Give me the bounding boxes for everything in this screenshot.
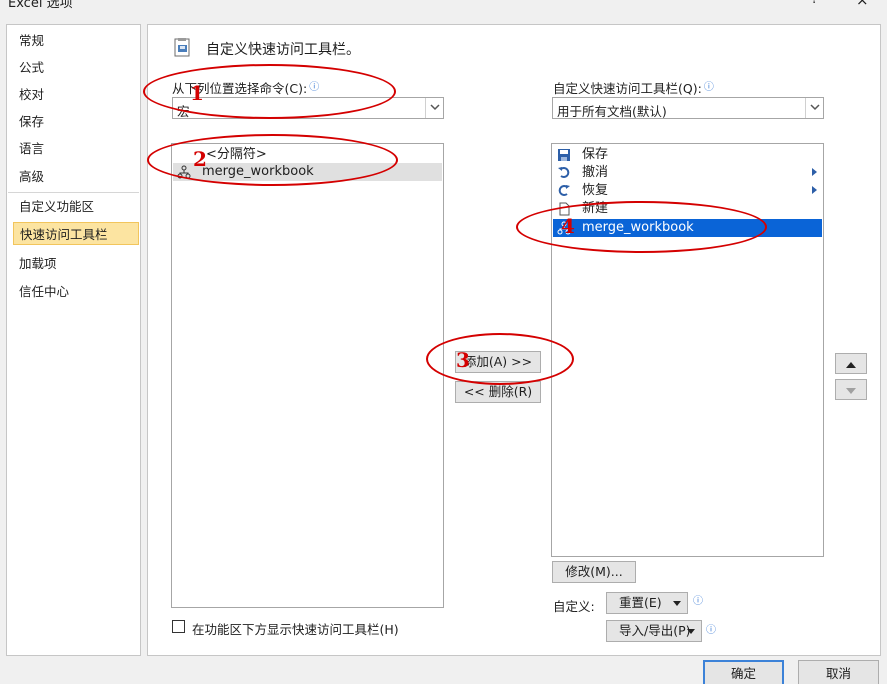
available-commands-list[interactable]: <分隔符> merge_workbook xyxy=(171,143,444,608)
page-title: 自定义快速访问工具栏。 xyxy=(206,42,360,58)
sidebar-item-proofing[interactable]: 校对 xyxy=(13,83,139,106)
remove-button[interactable]: << 删除(R) xyxy=(455,381,541,403)
customizations-label: 自定义: xyxy=(553,599,595,614)
customize-qat-dropdown[interactable]: 用于所有文档(默认) xyxy=(552,97,824,119)
list-item-label: 新建 xyxy=(582,201,609,216)
help-button[interactable]: ? xyxy=(811,0,818,7)
list-item[interactable]: merge_workbook xyxy=(553,219,822,237)
sidebar-item-trust-center[interactable]: 信任中心 xyxy=(13,280,139,303)
customize-qat-label: 自定义快速访问工具栏(Q): ⓘ xyxy=(553,78,714,97)
sidebar-item-add-ins[interactable]: 加载项 xyxy=(13,252,139,275)
info-icon: ⓘ xyxy=(693,596,703,607)
chevron-down-icon[interactable] xyxy=(805,98,823,118)
caret-down-icon xyxy=(687,629,695,634)
move-down-button[interactable] xyxy=(835,379,867,400)
list-item-label: 撤消 xyxy=(582,165,609,180)
list-item[interactable]: <分隔符> xyxy=(173,146,442,164)
sidebar-divider xyxy=(8,192,139,193)
info-icon: ⓘ xyxy=(703,82,714,93)
info-icon: ⓘ xyxy=(706,625,716,636)
sidebar-item-advanced[interactable]: 高级 xyxy=(13,165,139,188)
close-button[interactable]: × xyxy=(856,0,869,9)
triangle-up-icon xyxy=(846,362,856,368)
list-item[interactable]: 撤消 xyxy=(553,164,822,182)
import-export-button[interactable]: 导入/导出(P) xyxy=(606,620,702,642)
list-item[interactable]: 新建 xyxy=(553,200,822,218)
options-sidebar: 常规 公式 校对 保存 语言 高级 自定义功能区 快速访问工具栏 加载项 信任中… xyxy=(6,24,141,656)
macro-icon xyxy=(177,165,191,179)
show-below-ribbon-label[interactable]: 在功能区下方显示快速访问工具栏(H) xyxy=(192,619,399,638)
undo-icon xyxy=(558,167,570,178)
annotation-number-3: 3 xyxy=(456,348,470,372)
title-bar: Excel 选项 ? × xyxy=(0,0,887,14)
modify-button[interactable]: 修改(M)... xyxy=(552,561,636,583)
sidebar-item-language[interactable]: 语言 xyxy=(13,137,139,160)
choose-commands-value: 宏 xyxy=(177,104,190,119)
redo-icon xyxy=(558,185,570,196)
list-item[interactable]: merge_workbook xyxy=(173,163,442,181)
qat-commands-list[interactable]: 保存 撤消 恢复 新建 merge_workbook xyxy=(551,143,824,557)
chevron-right-icon[interactable] xyxy=(812,186,817,194)
sidebar-item-formulas[interactable]: 公式 xyxy=(13,56,139,79)
sidebar-item-quick-access-toolbar[interactable]: 快速访问工具栏 xyxy=(13,222,139,245)
reset-button[interactable]: 重置(E) xyxy=(606,592,688,614)
caret-down-icon xyxy=(673,601,681,606)
list-item-label: merge_workbook xyxy=(582,220,694,235)
list-item-label: 恢复 xyxy=(582,183,609,198)
quick-access-toolbar-icon xyxy=(174,38,190,57)
reset-button-label: 重置(E) xyxy=(619,595,662,610)
sidebar-item-customize-ribbon[interactable]: 自定义功能区 xyxy=(13,195,139,218)
info-icon: ⓘ xyxy=(309,82,320,93)
annotation-number-2: 2 xyxy=(193,147,207,171)
sidebar-item-save[interactable]: 保存 xyxy=(13,110,139,133)
window-title: Excel 选项 xyxy=(8,0,73,11)
show-below-ribbon-checkbox[interactable] xyxy=(172,620,185,633)
move-up-button[interactable] xyxy=(835,353,867,374)
options-main-panel: 自定义快速访问工具栏。 从下列位置选择命令(C): ⓘ 宏 自定义快速访问工具栏(… xyxy=(147,24,881,656)
ok-button[interactable]: 确定 xyxy=(703,660,784,684)
list-item-label: <分隔符> xyxy=(206,147,267,162)
sidebar-item-general[interactable]: 常规 xyxy=(13,29,139,52)
import-export-button-label: 导入/导出(P) xyxy=(619,623,691,638)
list-item[interactable]: 恢复 xyxy=(553,182,822,200)
chevron-right-icon[interactable] xyxy=(812,168,817,176)
customize-qat-value: 用于所有文档(默认) xyxy=(557,104,667,119)
annotation-number-1: 1 xyxy=(190,81,204,105)
annotation-number-4: 4 xyxy=(561,214,575,238)
triangle-down-icon xyxy=(846,388,856,394)
list-item[interactable]: 保存 xyxy=(553,146,822,164)
save-icon xyxy=(558,149,570,161)
chevron-down-icon[interactable] xyxy=(425,98,443,118)
cancel-button[interactable]: 取消 xyxy=(798,660,879,684)
customize-qat-label-text: 自定义快速访问工具栏(Q): xyxy=(553,81,702,96)
list-item-label: merge_workbook xyxy=(202,164,314,179)
list-item-label: 保存 xyxy=(582,147,609,162)
choose-commands-dropdown[interactable]: 宏 xyxy=(172,97,444,119)
